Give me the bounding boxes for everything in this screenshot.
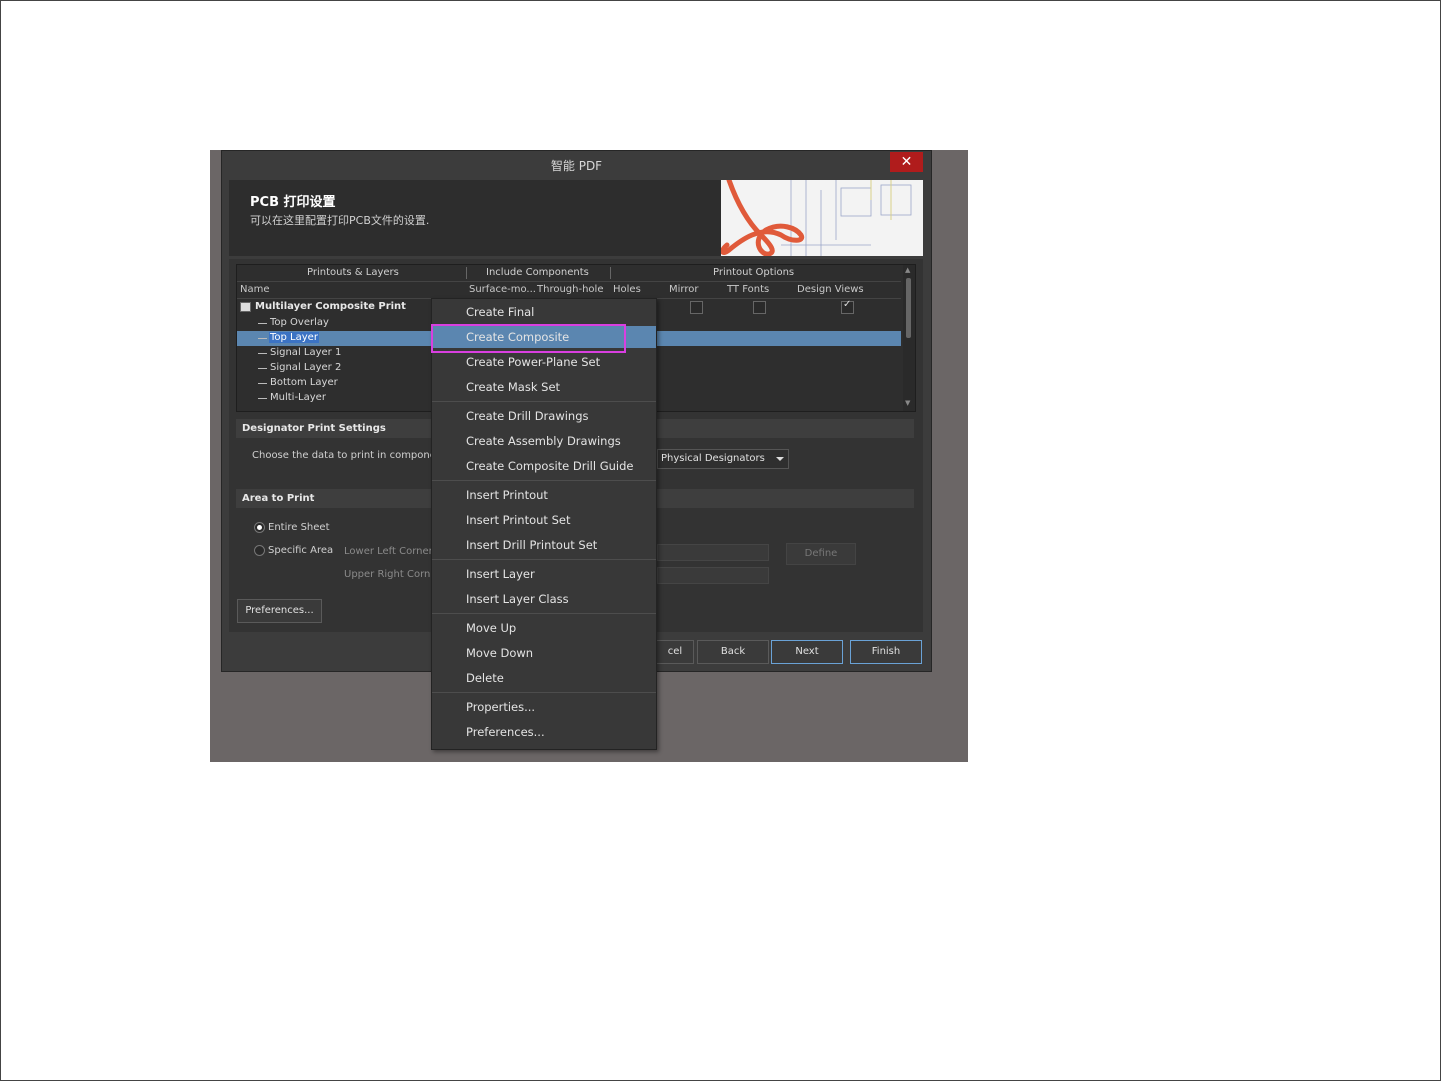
printout-icon (240, 302, 251, 312)
designator-description: Choose the data to print in compone (252, 450, 436, 461)
col-through-hole[interactable]: Through-hole (537, 284, 603, 295)
col-tt-fonts[interactable]: TT Fonts (727, 284, 769, 295)
col-surface-mount[interactable]: Surface-mo... (469, 284, 536, 295)
specific-area-radio[interactable] (254, 545, 265, 556)
row-label: Top Layer (269, 332, 319, 343)
menu-item-create-assembly-drawings[interactable]: Create Assembly Drawings (432, 430, 656, 452)
row-label: Multi-Layer (270, 392, 326, 403)
define-button[interactable]: Define (786, 543, 856, 565)
col-holes[interactable]: Holes (613, 284, 641, 295)
menu-item-create-power-plane-set[interactable]: Create Power-Plane Set (432, 351, 656, 373)
entire-sheet-radio[interactable] (254, 522, 265, 533)
designator-section-title: Designator Print Settings (242, 423, 386, 434)
specific-area-label: Specific Area (268, 545, 334, 556)
menu-item-insert-drill-printout-set[interactable]: Insert Drill Printout Set (432, 534, 656, 556)
scroll-down-icon[interactable]: ▼ (905, 399, 910, 407)
tree-connector (258, 338, 267, 339)
menu-item-create-composite-drill-guide[interactable]: Create Composite Drill Guide (432, 455, 656, 477)
menu-item-create-drill-drawings[interactable]: Create Drill Drawings (432, 405, 656, 427)
preferences-button[interactable]: Preferences... (237, 599, 322, 623)
menu-item-insert-printout[interactable]: Insert Printout (432, 484, 656, 506)
header-panel: PCB 打印设置 可以在这里配置打印PCB文件的设置. (229, 180, 923, 256)
menu-separator (432, 613, 656, 614)
menu-item-create-final[interactable]: Create Final (432, 301, 656, 323)
designator-select-value: Physical Designators (661, 453, 765, 464)
row-label: Bottom Layer (270, 377, 338, 388)
header-title: PCB 打印设置 (250, 195, 336, 210)
designator-select[interactable]: Physical Designators (657, 449, 789, 469)
pdf-banner-image (721, 180, 923, 256)
menu-item-preferences[interactable]: Preferences... (432, 721, 656, 743)
row-label: Signal Layer 1 (270, 347, 342, 358)
row-label: Signal Layer 2 (270, 362, 342, 373)
group-separator (610, 267, 611, 279)
chevron-down-icon (776, 457, 784, 461)
lower-left-label: Lower Left Corner (344, 546, 433, 557)
menu-separator (432, 692, 656, 693)
tree-connector (258, 368, 267, 369)
group-printout-options: Printout Options (713, 267, 795, 278)
grid-scrollbar[interactable]: ▲ ▼ (903, 265, 915, 411)
lower-left-field[interactable] (657, 544, 769, 561)
window-title: 智能 PDF (550, 159, 603, 173)
scroll-up-icon[interactable]: ▲ (905, 266, 910, 274)
upper-right-field[interactable] (657, 567, 769, 584)
annotation-highlight-box (431, 324, 626, 353)
menu-separator (432, 401, 656, 402)
close-button[interactable]: ✕ (890, 152, 923, 172)
menu-item-insert-layer[interactable]: Insert Layer (432, 563, 656, 585)
col-design-views[interactable]: Design Views (797, 284, 864, 295)
group-separator (466, 267, 467, 279)
cancel-button[interactable]: cel (656, 640, 694, 664)
title-bar[interactable]: 智能 PDF ✕ (222, 151, 931, 179)
menu-separator (432, 559, 656, 560)
menu-item-create-mask-set[interactable]: Create Mask Set (432, 376, 656, 398)
tree-connector (258, 353, 267, 354)
menu-item-move-up[interactable]: Move Up (432, 617, 656, 639)
col-name[interactable]: Name (240, 284, 270, 295)
finish-button[interactable]: Finish (850, 640, 922, 664)
menu-item-delete[interactable]: Delete (432, 667, 656, 689)
entire-sheet-label: Entire Sheet (268, 522, 330, 533)
tree-connector (258, 383, 267, 384)
tree-connector (258, 398, 267, 399)
mirror-checkbox[interactable] (690, 301, 703, 314)
context-menu: Create Final Create Composite Create Pow… (431, 298, 657, 750)
menu-item-move-down[interactable]: Move Down (432, 642, 656, 664)
header-subtitle: 可以在这里配置打印PCB文件的设置. (250, 214, 430, 227)
upper-right-label: Upper Right Corn (344, 569, 431, 580)
col-mirror[interactable]: Mirror (669, 284, 698, 295)
row-label: Top Overlay (270, 317, 329, 328)
row-label: Multilayer Composite Print (255, 301, 406, 312)
menu-item-insert-printout-set[interactable]: Insert Printout Set (432, 509, 656, 531)
group-printouts-layers: Printouts & Layers (307, 267, 399, 278)
back-button[interactable]: Back (697, 640, 769, 664)
menu-item-properties[interactable]: Properties... (432, 696, 656, 718)
tt-fonts-checkbox[interactable] (753, 301, 766, 314)
design-views-checkbox[interactable] (841, 299, 854, 314)
scroll-thumb[interactable] (906, 278, 911, 338)
area-section-title: Area to Print (242, 493, 315, 504)
group-include-components: Include Components (486, 267, 589, 278)
menu-separator (432, 480, 656, 481)
next-button[interactable]: Next (771, 640, 843, 664)
header-divider (237, 281, 901, 282)
tree-connector (258, 323, 267, 324)
menu-item-insert-layer-class[interactable]: Insert Layer Class (432, 588, 656, 610)
